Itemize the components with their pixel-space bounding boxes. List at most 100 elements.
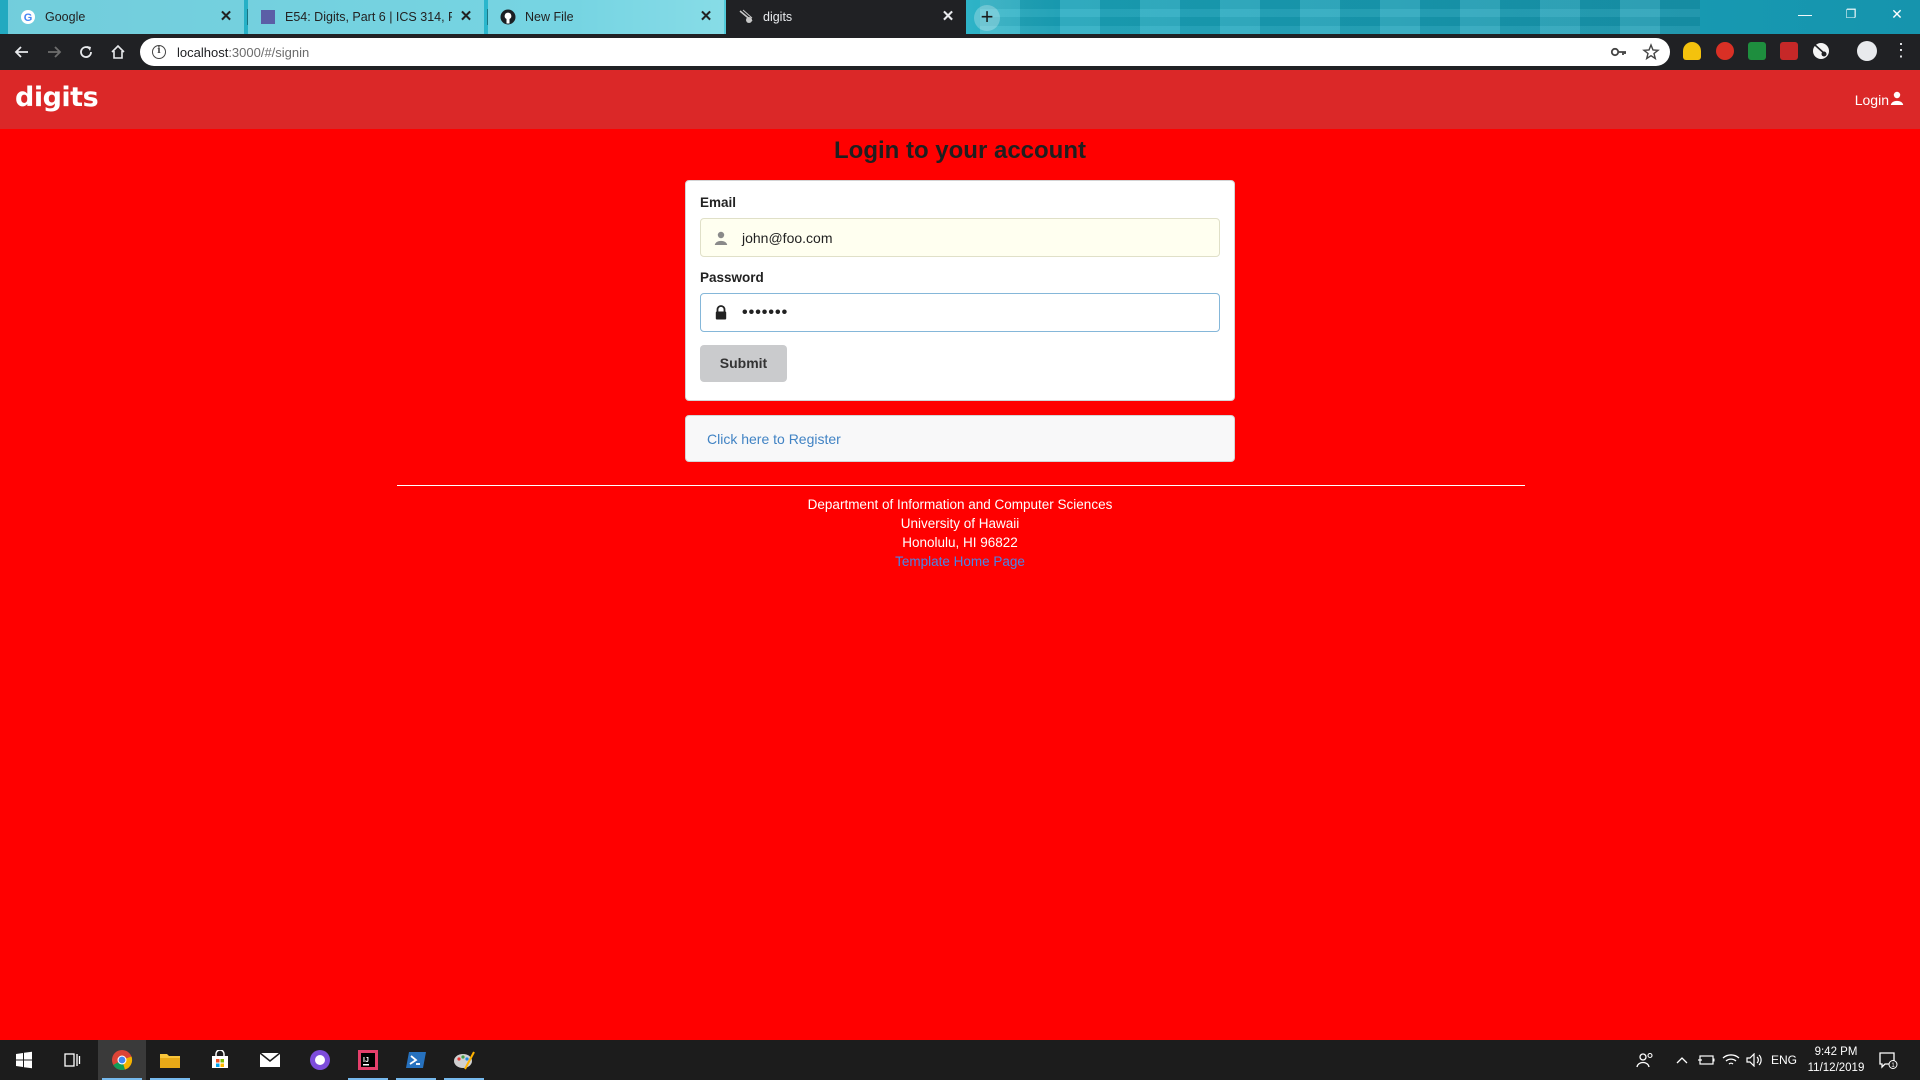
email-value: john@foo.com [742, 229, 833, 246]
language-indicator[interactable]: ENG [1771, 1040, 1797, 1080]
taskbar-powershell[interactable] [392, 1040, 440, 1080]
extension-adblock-icon[interactable] [1716, 42, 1734, 60]
submit-button[interactable]: Submit [700, 345, 787, 382]
extension-check-icon[interactable] [1748, 42, 1766, 60]
taskbar-chrome[interactable] [98, 1040, 146, 1080]
lock-icon [713, 305, 729, 321]
page-icon [260, 9, 276, 25]
windows-taskbar: IJ ENG 9:42 PM 11/12/2019 1 [0, 1040, 1920, 1080]
url-text: localhost:3000/#/signin [177, 44, 310, 60]
signin-form: Email john@foo.com Password ••••••• Subm… [685, 180, 1235, 401]
restore-button[interactable]: ❐ [1828, 0, 1874, 30]
minimize-button[interactable]: — [1782, 0, 1828, 30]
theme-decoration [980, 0, 1700, 34]
store-icon [212, 1050, 228, 1068]
register-link[interactable]: Click here to Register [707, 431, 841, 447]
intellij-icon: IJ [358, 1050, 378, 1070]
tab-new-file[interactable]: New File ✕ [488, 0, 724, 34]
footer-address: Honolulu, HI 96822 [902, 535, 1018, 550]
new-tab-button[interactable]: + [974, 5, 1000, 31]
extension-grid-icon[interactable] [1780, 42, 1798, 60]
tab-digits[interactable]: digits ✕ [726, 0, 966, 34]
windows-icon [16, 1051, 32, 1069]
user-icon [1890, 91, 1904, 108]
battery-icon[interactable] [1697, 1040, 1715, 1080]
paint-icon [454, 1051, 475, 1070]
password-field[interactable]: ••••••• [700, 293, 1220, 332]
footer-department: Department of Information and Computer S… [807, 497, 1113, 512]
email-field[interactable]: john@foo.com [700, 218, 1220, 257]
reload-button[interactable] [72, 38, 100, 66]
notification-icon: 1 [1879, 1052, 1898, 1069]
close-window-button[interactable]: ✕ [1874, 0, 1920, 30]
taskbar-intellij[interactable]: IJ [344, 1040, 392, 1080]
svg-text:IJ: IJ [363, 1057, 369, 1064]
app-navbar: digits Login [0, 70, 1920, 129]
folder-icon [160, 1054, 180, 1068]
close-icon[interactable]: ✕ [698, 9, 714, 25]
github-icon [500, 9, 516, 25]
register-message: Click here to Register [685, 415, 1235, 462]
address-bar[interactable]: i localhost:3000/#/signin [140, 38, 1670, 66]
password-value: ••••••• [742, 303, 789, 321]
svg-text:G: G [24, 12, 33, 24]
key-icon[interactable] [1610, 43, 1628, 66]
action-center-button[interactable]: 1 [1878, 1040, 1898, 1080]
powershell-icon [406, 1052, 426, 1068]
reload-icon [80, 46, 92, 58]
footer: Department of Information and Computer S… [0, 495, 1920, 571]
wifi-icon[interactable] [1722, 1040, 1740, 1080]
close-icon[interactable]: ✕ [218, 9, 234, 25]
login-label: Login [1854, 91, 1889, 108]
browser-tab-strip: G Google ✕ E54: Digits, Part 6 | ICS 314… [0, 0, 1920, 34]
taskbar-file-explorer[interactable] [146, 1040, 194, 1080]
chevron-up-icon[interactable] [1676, 1040, 1688, 1080]
tab-title: E54: Digits, Part 6 | ICS 314, Fall 2 [285, 10, 452, 24]
start-button[interactable] [0, 1040, 48, 1080]
mail-icon [259, 1052, 281, 1067]
tab-title: digits [763, 10, 793, 24]
close-icon[interactable]: ✕ [940, 9, 956, 25]
star-icon[interactable] [1642, 43, 1660, 66]
clock-time: 9:42 PM [1814, 1046, 1858, 1058]
template-home-link[interactable]: Template Home Page [0, 552, 1920, 571]
taskbar-store[interactable] [196, 1040, 244, 1080]
password-label: Password [700, 270, 764, 285]
user-icon [713, 230, 729, 246]
clock-date: 11/12/2019 [1807, 1062, 1865, 1074]
home-button[interactable] [104, 38, 132, 66]
forward-button[interactable] [40, 38, 68, 66]
home-icon [111, 44, 125, 59]
footer-divider [397, 485, 1525, 486]
page-title: Login to your account [834, 137, 1086, 164]
tab-e54-digits[interactable]: E54: Digits, Part 6 | ICS 314, Fall 2 ✕ [248, 0, 484, 34]
chrome-icon [112, 1050, 133, 1070]
tab-title: New File [525, 10, 574, 24]
tab-google[interactable]: G Google ✕ [8, 0, 244, 34]
clock[interactable]: 9:42 PM 11/12/2019 [1796, 1044, 1876, 1076]
login-dropdown[interactable]: Login [1855, 91, 1904, 108]
extension-drive-icon[interactable] [1683, 42, 1701, 60]
taskbar-mail[interactable] [246, 1040, 294, 1080]
volume-icon[interactable] [1746, 1040, 1764, 1080]
arrow-left-icon [14, 46, 28, 58]
meteor-icon [738, 9, 754, 25]
footer-university: University of Hawaii [900, 516, 1020, 531]
task-view-button[interactable] [48, 1040, 96, 1080]
profile-avatar[interactable] [1857, 41, 1877, 61]
back-button[interactable] [8, 38, 36, 66]
info-icon[interactable]: i [152, 45, 166, 59]
app-icon [310, 1050, 330, 1070]
browser-toolbar: i localhost:3000/#/signin ⋮ [0, 34, 1920, 70]
extension-meteor-icon[interactable] [1812, 42, 1830, 60]
people-icon[interactable] [1636, 1040, 1654, 1080]
email-label: Email [700, 195, 737, 210]
taskbar-app-purple[interactable] [296, 1040, 344, 1080]
tab-title: Google [45, 10, 86, 24]
menu-kebab-icon[interactable]: ⋮ [1892, 40, 1910, 60]
brand-logo[interactable]: digits [15, 82, 99, 113]
google-icon: G [20, 9, 36, 25]
close-icon[interactable]: ✕ [458, 9, 474, 25]
taskbar-paint[interactable] [440, 1040, 488, 1080]
task-view-icon [64, 1053, 81, 1067]
